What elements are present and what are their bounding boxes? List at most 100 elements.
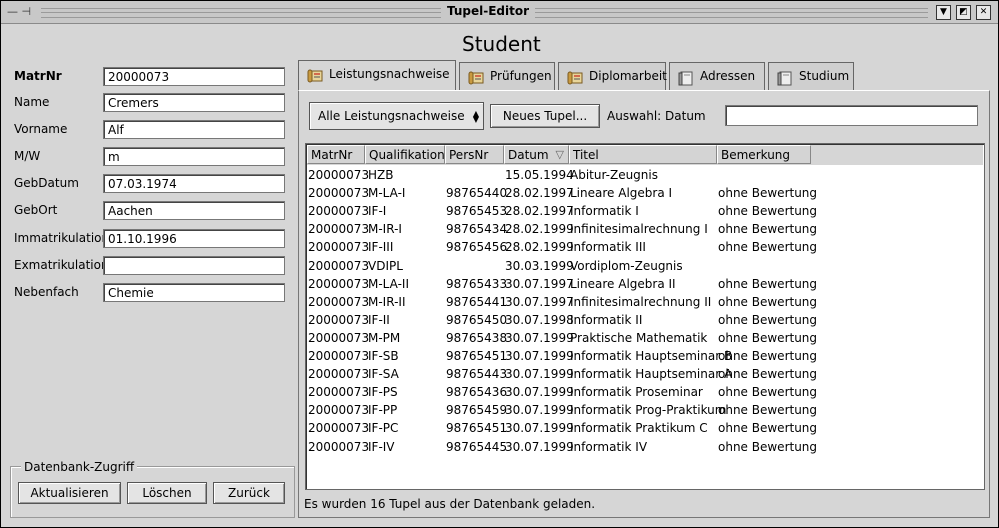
page-title: Student — [462, 32, 541, 56]
table-cell-matrnr: 20000073 — [308, 312, 370, 327]
table-cell-qualifikation: IF-II — [368, 312, 390, 327]
table-row[interactable]: 20000073 IF-IV 98765445 30.07.1999 Informati… — [308, 438, 984, 456]
table-row[interactable]: 20000073 IF-PC 98765451 30.07.1999 Informati… — [308, 419, 984, 437]
column-header-persnr[interactable]: PersNr — [445, 145, 504, 164]
table-cell-qualifikation: IF-III — [368, 240, 394, 255]
table-row[interactable]: 20000073 IF-I 98765453 28.02.1997 Informatik… — [308, 202, 984, 220]
minimize-icon[interactable]: ▼ — [936, 5, 951, 20]
table-cell-datum: 28.02.1997 — [505, 186, 574, 201]
tab-adressen[interactable]: Adressen — [669, 62, 765, 90]
column-header-label: PersNr — [449, 148, 489, 162]
tab-studium[interactable]: Studium — [768, 62, 854, 90]
table-cell-bemerkung: ohne Bewertung — [718, 222, 818, 237]
filter-select[interactable]: Alle Leistungsnachweise ▲ ▼ — [309, 102, 484, 130]
field-label-exmatrikulation: Exmatrikulation — [14, 258, 109, 272]
table-cell-titel: Informatik IV — [570, 439, 648, 454]
table-cell-qualifikation: HZB — [368, 168, 394, 182]
table-cell-datum: 30.03.1999 — [505, 258, 574, 273]
table-cell-datum: 28.02.1999 — [505, 222, 574, 237]
table-cell-matrnr: 20000073 — [308, 330, 370, 345]
scroll-icon — [468, 69, 485, 85]
table-cell-matrnr: 20000073 — [308, 421, 370, 436]
filter-select-value: Alle Leistungsnachweise — [318, 109, 465, 123]
table-row[interactable]: 20000073 M-IR-I 98765434 28.02.1999 Infinite… — [308, 220, 984, 238]
scroll-icon — [567, 69, 584, 85]
table-row[interactable]: 20000073 M-IR-II 98765441 30.07.1997 Infinit… — [308, 293, 984, 311]
selection-label: Auswahl: Datum — [607, 109, 706, 123]
table-cell-matrnr: 20000073 — [308, 439, 370, 454]
field-label-matrnr: MatrNr — [14, 69, 62, 83]
table-cell-qualifikation: VDIPL — [368, 258, 403, 273]
tab-prfungen[interactable]: Prüfungen — [459, 62, 555, 90]
table-cell-titel: Lineare Algebra II — [570, 276, 676, 291]
field-input-name[interactable]: Cremers — [103, 93, 285, 112]
table-cell-persnr: 98765434 — [446, 222, 508, 237]
tab-diplomarbeit[interactable]: Diplomarbeit — [558, 62, 667, 90]
maximize-icon[interactable]: ◩ — [956, 5, 971, 20]
refresh-button[interactable]: Aktualisieren — [18, 482, 121, 504]
new-tuple-button[interactable]: Neues Tupel... — [490, 104, 600, 128]
field-input-gebdatum[interactable]: 07.03.1974 — [103, 174, 285, 193]
table-row[interactable]: 20000073 M-LA-II 98765433 30.07.1997 Lineare… — [308, 275, 984, 293]
field-input-gebort[interactable]: Aachen — [103, 201, 285, 220]
table-cell-datum: 30.07.1999 — [505, 403, 574, 418]
window-menu-icon[interactable]: — ⊣ — [7, 5, 31, 18]
field-input-immatrikulation[interactable]: 01.10.1996 — [103, 229, 285, 248]
table-cell-bemerkung: ohne Bewertung — [718, 240, 818, 255]
table-cell-bemerkung: ohne Bewertung — [718, 385, 818, 400]
column-header-qualifikation[interactable]: Qualifikation — [365, 145, 445, 164]
table-cell-datum: 30.07.1998 — [505, 312, 574, 327]
table-cell-datum: 30.07.1999 — [505, 367, 574, 382]
table-cell-bemerkung: ohne Bewertung — [718, 312, 818, 327]
title-bar[interactable]: — ⊣ Tupel-Editor ▼ ◩ ✕ — [1, 1, 998, 24]
table-row[interactable]: 20000073 IF-PP 98765459 30.07.1999 Informati… — [308, 401, 984, 419]
delete-button[interactable]: Löschen — [127, 482, 207, 504]
table-cell-matrnr: 20000073 — [308, 403, 370, 418]
table-row[interactable]: 20000073 IF-II 98765450 30.07.1998 Informati… — [308, 311, 984, 329]
table-cell-titel: Infinitesimalrechnung I — [570, 222, 708, 237]
tupel-editor-window: — ⊣ Tupel-Editor ▼ ◩ ✕ Student MatrNr 200… — [0, 0, 999, 528]
table-row[interactable]: 20000073 M-LA-I 98765440 28.02.1997 Lineare … — [308, 184, 984, 202]
field-input-nebenfach[interactable]: Chemie — [103, 283, 285, 302]
table-row[interactable]: 20000073 VDIPL 30.03.1999 Vordiplom-Zeugnis — [308, 257, 984, 275]
column-header-titel[interactable]: Titel — [569, 145, 717, 164]
field-label-vorname: Vorname — [14, 122, 68, 136]
table-cell-persnr: 98765440 — [446, 186, 508, 201]
field-input-exmatrikulation[interactable] — [103, 256, 285, 275]
table-row[interactable]: 20000073 IF-SB 98765451 30.07.1999 Informati… — [308, 347, 984, 365]
table-row[interactable]: 20000073 IF-PS 98765436 30.07.1999 Informati… — [308, 383, 984, 401]
field-input-matrnr[interactable]: 20000073 — [103, 67, 285, 86]
selection-input[interactable] — [725, 105, 978, 126]
table-row[interactable]: 20000073 HZB 15.05.1994 Abitur-Zeugnis — [308, 166, 984, 184]
table-cell-titel: Informatik I — [570, 204, 639, 219]
table-cell-titel: Infinitesimalrechnung II — [570, 294, 712, 309]
table-cell-bemerkung: ohne Bewertung — [718, 294, 818, 309]
column-header-matrnr[interactable]: MatrNr — [307, 145, 365, 164]
table-row[interactable]: 20000073 M-PM 98765438 30.07.1999 Praktische… — [308, 329, 984, 347]
field-input-mw[interactable]: m — [103, 147, 285, 166]
table-cell-matrnr: 20000073 — [308, 294, 370, 309]
column-header-datum[interactable]: Datum ▽ — [504, 145, 569, 164]
column-header-bemerkung[interactable]: Bemerkung — [717, 145, 811, 164]
table-cell-matrnr: 20000073 — [308, 186, 370, 201]
tab-label: Leistungsnachweise — [329, 67, 450, 81]
table-cell-persnr: 98765450 — [446, 312, 508, 327]
table-cell-matrnr: 20000073 — [308, 222, 370, 237]
tab-leistungsnachweise[interactable]: Leistungsnachweise — [298, 60, 456, 91]
table-cell-titel: Praktische Mathematik — [570, 330, 708, 345]
table-cell-matrnr: 20000073 — [308, 204, 370, 219]
results-table: MatrNr Qualifikation PersNr Datum ▽ Titel Beme… — [305, 143, 985, 490]
field-input-vorname[interactable]: Alf — [103, 120, 285, 139]
table-row[interactable]: 20000073 IF-SA 98765443 30.07.1999 Informati… — [308, 365, 984, 383]
back-button[interactable]: Zurück — [213, 482, 285, 504]
table-cell-datum: 28.02.1997 — [505, 204, 574, 219]
table-cell-titel: Informatik Hauptseminar A — [570, 367, 733, 382]
column-header-label: Bemerkung — [721, 148, 791, 162]
table-cell-titel: Informatik Proseminar — [570, 385, 703, 400]
table-row[interactable]: 20000073 IF-III 98765456 28.02.1999 Informat… — [308, 238, 984, 256]
table-cell-datum: 30.07.1999 — [505, 330, 574, 345]
close-icon[interactable]: ✕ — [976, 5, 991, 20]
table-cell-persnr: 98765451 — [446, 349, 508, 363]
table-cell-persnr: 98765451 — [446, 421, 508, 436]
table-cell-matrnr: 20000073 — [308, 258, 370, 273]
